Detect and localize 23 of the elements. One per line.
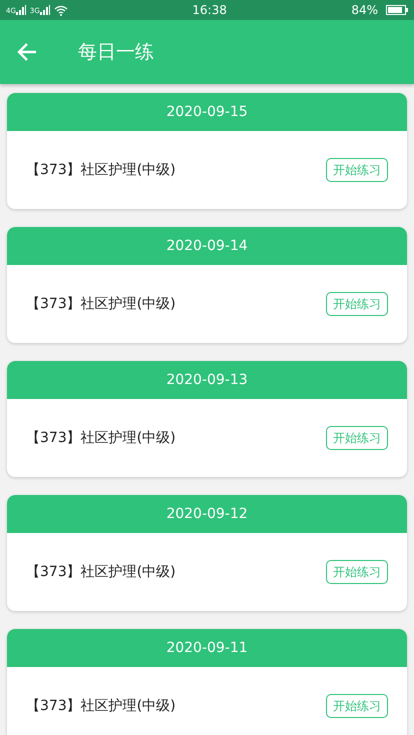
battery-percent: 84% xyxy=(351,2,378,19)
subject-name: 【373】社区护理(中级) xyxy=(26,294,176,314)
page-title: 每日一练 xyxy=(78,40,154,65)
card-date: 2020-09-13 xyxy=(166,370,248,390)
subject-name: 【373】社区护理(中级) xyxy=(26,428,176,448)
subject-name: 【373】社区护理(中级) xyxy=(26,160,176,180)
start-practice-button[interactable]: 开始练习 xyxy=(326,426,388,450)
card-date: 2020-09-11 xyxy=(166,638,248,658)
back-button[interactable] xyxy=(16,41,38,63)
clock-time: 16:38 xyxy=(192,2,227,19)
card-date: 2020-09-14 xyxy=(166,236,248,256)
start-practice-button[interactable]: 开始练习 xyxy=(326,292,388,316)
signal-icon xyxy=(16,5,26,15)
signal-icon xyxy=(40,5,50,15)
start-practice-button[interactable]: 开始练习 xyxy=(326,158,388,182)
start-practice-button[interactable]: 开始练习 xyxy=(326,694,388,718)
battery-icon xyxy=(386,5,408,15)
subject-name: 【373】社区护理(中级) xyxy=(26,562,176,582)
subject-name: 【373】社区护理(中级) xyxy=(26,696,176,716)
wifi-icon xyxy=(54,4,68,16)
card-date: 2020-09-15 xyxy=(166,102,248,122)
start-practice-button[interactable]: 开始练习 xyxy=(326,560,388,584)
card-date: 2020-09-12 xyxy=(166,504,248,524)
